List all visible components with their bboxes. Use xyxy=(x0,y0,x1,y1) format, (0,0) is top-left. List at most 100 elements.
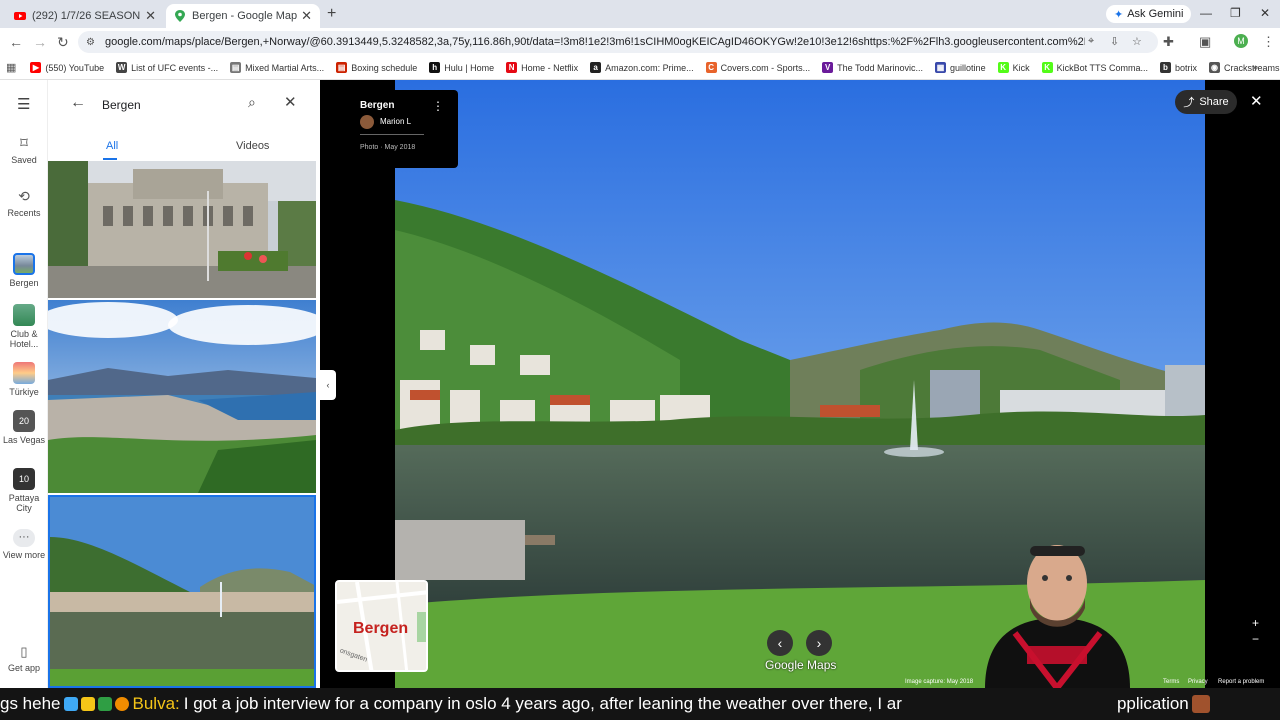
bookmark-item[interactable]: N Home - Netflix xyxy=(506,62,578,73)
youtube-icon xyxy=(14,12,26,20)
rail-item-recents[interactable]: ⟲ Recents xyxy=(0,188,48,218)
url-text[interactable]: google.com/maps/place/Bergen,+Norway/@60… xyxy=(105,36,1085,48)
photo-thumbnail-lake-selected[interactable] xyxy=(48,495,316,688)
photo-author[interactable]: Marion L xyxy=(380,117,411,126)
tab-all[interactable]: All xyxy=(106,140,118,152)
search-side-panel: ← Bergen ⌕ ✕ All Videos xyxy=(48,80,320,688)
rail-item-las-vegas[interactable]: 20 Las Vegas xyxy=(0,410,48,445)
site-info-icon[interactable]: ⚙ xyxy=(86,37,95,48)
share-button[interactable]: ⤴ Share xyxy=(1175,90,1237,114)
bookmark-label: Mixed Martial Arts... xyxy=(245,62,325,73)
ticker-lead-text: gs hehe xyxy=(0,694,61,713)
tab-youtube[interactable]: (292) 1/7/26 SEASON 19 WEEK ✕ xyxy=(6,4,164,28)
bookmark-item[interactable]: a Amazon.com: Prime... xyxy=(590,62,694,73)
photo-place-title[interactable]: Bergen xyxy=(360,100,394,111)
photo-thumbnail-building[interactable] xyxy=(48,161,316,298)
bookmark-item[interactable]: ▶ (550) YouTube xyxy=(30,62,104,73)
zoom-out-icon[interactable]: − xyxy=(1252,632,1259,646)
clear-search-icon[interactable]: ✕ xyxy=(284,93,297,111)
chat-badge-icon xyxy=(63,697,78,711)
close-window-icon[interactable]: ✕ xyxy=(1260,6,1270,20)
reload-icon[interactable]: ↻ xyxy=(57,34,69,51)
address-bar[interactable]: ⚙ google.com/maps/place/Bergen,+Norway/@… xyxy=(78,31,1158,53)
close-tab-icon[interactable]: ✕ xyxy=(145,8,156,24)
restore-icon[interactable]: ❐ xyxy=(1230,6,1241,20)
mini-map-place-label: Bergen xyxy=(353,620,409,637)
bookmark-item[interactable]: ▦ guillotine xyxy=(935,62,986,73)
install-app-icon[interactable]: ⇩ xyxy=(1110,35,1119,48)
rail-item-bergen[interactable]: Bergen xyxy=(0,253,48,288)
bookmark-item[interactable]: ◉Crackstreams - Welc... xyxy=(1208,62,1280,73)
rail-item-get-app[interactable]: ▯ Get app xyxy=(0,644,48,673)
search-input[interactable]: Bergen xyxy=(102,98,141,112)
bookmark-star-icon[interactable]: ☆ xyxy=(1132,35,1142,48)
bookmark-favicon-icon: a xyxy=(590,62,602,73)
rail-item-club-hotel[interactable]: Club & Hotel... xyxy=(0,304,48,349)
terms-link[interactable]: Terms xyxy=(1163,679,1179,685)
bookmark-icon: ⌑ xyxy=(20,135,28,152)
club-hotel-thumbnail xyxy=(13,304,35,326)
bookmark-item[interactable]: b botrix xyxy=(1159,62,1197,73)
privacy-link[interactable]: Privacy xyxy=(1188,679,1208,685)
search-icon[interactable]: ⌕ xyxy=(248,94,256,111)
profile-avatar[interactable]: M xyxy=(1234,34,1248,48)
more-bookmarks-chevron-icon[interactable]: » xyxy=(1252,62,1258,74)
new-tab-icon[interactable]: + xyxy=(327,5,336,23)
bookmark-item[interactable]: V The Todd Marinovic... xyxy=(822,62,923,73)
rail-item-turkiye[interactable]: Türkiye xyxy=(0,362,48,397)
previous-photo-button[interactable]: ‹ xyxy=(767,630,793,656)
bookmark-item[interactable]: W List of UFC events -... xyxy=(116,62,218,73)
forward-arrow-icon[interactable]: → xyxy=(33,34,47,50)
more-dots-icon: ··· xyxy=(13,529,35,547)
maps-left-rail: ☰ ⌑ Saved ⟲ Recents Bergen Club & Hotel.… xyxy=(0,80,48,688)
apps-grid-icon[interactable]: ▦ xyxy=(6,61,16,74)
ask-gemini-label: Ask Gemini xyxy=(1127,8,1184,20)
rail-label-las-vegas: Las Vegas xyxy=(2,435,46,445)
bookmark-item[interactable]: C Covers.com - Sports... xyxy=(705,62,810,73)
bookmark-favicon-icon: K xyxy=(1041,62,1053,73)
bookmark-item[interactable]: K Kick xyxy=(997,62,1030,73)
browser-tab-strip: (292) 1/7/26 SEASON 19 WEEK ✕ Bergen - G… xyxy=(0,0,1280,28)
minimize-icon[interactable]: — xyxy=(1200,6,1212,20)
bookmark-label: (550) YouTube xyxy=(45,62,105,73)
extensions-icon[interactable]: ✚ xyxy=(1163,34,1174,50)
collapse-panel-chevron-icon[interactable]: ‹ xyxy=(320,370,336,400)
hamburger-menu-icon[interactable]: ☰ xyxy=(17,95,30,113)
bookmark-item[interactable]: h Hulu | Home xyxy=(429,62,494,73)
las-vegas-thumbnail: 20 xyxy=(13,410,35,432)
zoom-in-icon[interactable]: + xyxy=(1252,616,1259,630)
tab-google-maps[interactable]: Bergen - Google Maps ✕ xyxy=(166,4,320,28)
emote-icon xyxy=(1191,695,1210,713)
tab-title: (292) 1/7/26 SEASON 19 WEEK xyxy=(32,10,141,22)
location-icon[interactable]: ⌖ xyxy=(1088,35,1094,48)
rail-item-saved[interactable]: ⌑ Saved xyxy=(0,134,48,165)
search-box[interactable]: ← Bergen ⌕ ✕ xyxy=(48,80,320,128)
close-tab-icon[interactable]: ✕ xyxy=(301,8,312,24)
stream-chat-ticker: gs hehe Bulva: I got a job interview for… xyxy=(0,688,1280,720)
bookmark-favicon-icon: K xyxy=(997,62,1009,73)
rail-item-view-more[interactable]: ··· View more xyxy=(0,529,48,560)
bookmark-item[interactable]: ▤ Boxing schedule xyxy=(336,62,417,73)
author-avatar[interactable] xyxy=(360,115,374,129)
ask-gemini-button[interactable]: ✦ Ask Gemini xyxy=(1106,5,1192,23)
bookmark-label: The Todd Marinovic... xyxy=(837,62,924,73)
rail-label-pattaya: Pattaya City xyxy=(8,493,40,513)
more-options-kebab-icon[interactable]: ⋮ xyxy=(432,99,444,113)
close-viewer-icon[interactable]: ✕ xyxy=(1250,92,1263,110)
report-problem-link[interactable]: Report a problem xyxy=(1218,679,1264,685)
bookmark-item[interactable]: K KickBot TTS Comma... xyxy=(1041,62,1148,73)
bookmark-item[interactable]: ▤ Mixed Martial Arts... xyxy=(230,62,324,73)
side-panel-icon[interactable]: ▣ xyxy=(1199,34,1211,50)
share-icon: ⤴ xyxy=(1183,97,1195,109)
menu-kebab-icon[interactable]: ⋮ xyxy=(1262,34,1275,50)
rail-label-club-hotel: Club & Hotel... xyxy=(9,329,39,349)
back-arrow-icon[interactable]: ← xyxy=(70,94,86,112)
tab-videos[interactable]: Videos xyxy=(236,140,269,152)
mini-map[interactable]: Bergen onsgaten xyxy=(335,580,428,672)
photo-date: Photo · May 2018 xyxy=(360,144,416,151)
back-arrow-icon[interactable]: ← xyxy=(9,34,23,50)
next-photo-button[interactable]: › xyxy=(806,630,832,656)
rail-label-view-more: View more xyxy=(2,550,46,560)
rail-item-pattaya[interactable]: 10 Pattaya City xyxy=(0,468,48,513)
photo-thumbnail-aerial-view[interactable] xyxy=(48,300,316,493)
